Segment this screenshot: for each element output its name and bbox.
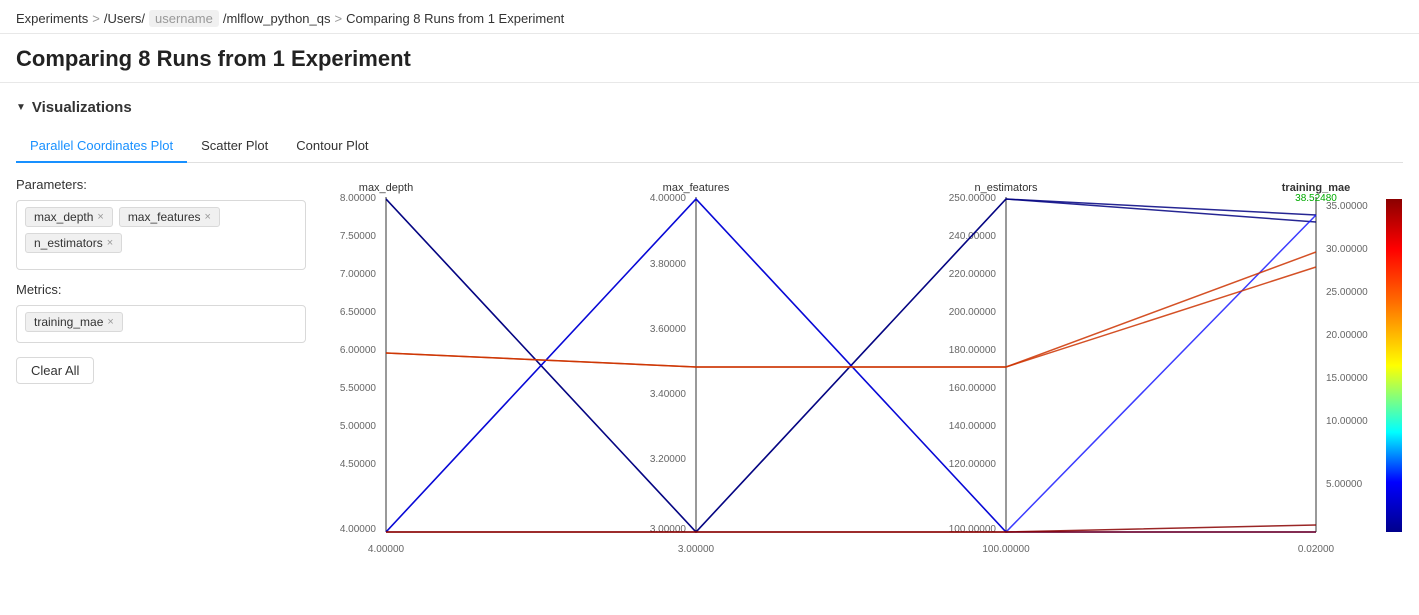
svg-text:4.00000: 4.00000 bbox=[340, 524, 377, 535]
svg-text:15.00000: 15.00000 bbox=[1326, 373, 1368, 384]
svg-text:25.00000: 25.00000 bbox=[1326, 287, 1368, 298]
svg-text:7.50000: 7.50000 bbox=[340, 231, 377, 242]
metrics-tag-box: training_mae × bbox=[16, 305, 306, 343]
svg-text:3.40000: 3.40000 bbox=[650, 389, 687, 400]
parameters-tag-box: max_depth × max_features × n_estimators … bbox=[16, 200, 306, 270]
visualizations-section: ▼ Visualizations Parallel Coordinates Pl… bbox=[16, 99, 1403, 570]
svg-text:3.60000: 3.60000 bbox=[650, 324, 687, 335]
svg-text:5.50000: 5.50000 bbox=[340, 383, 377, 394]
tab-contour-plot[interactable]: Contour Plot bbox=[282, 130, 382, 163]
svg-text:3.00000: 3.00000 bbox=[650, 524, 687, 535]
svg-text:3.00000: 3.00000 bbox=[678, 544, 715, 555]
svg-text:4.50000: 4.50000 bbox=[340, 459, 377, 470]
breadcrumb-experiments[interactable]: Experiments bbox=[16, 11, 88, 26]
tag-max-features-remove[interactable]: × bbox=[205, 211, 211, 223]
svg-text:100.00000: 100.00000 bbox=[949, 524, 997, 535]
breadcrumb-sep1: > bbox=[92, 11, 100, 26]
tag-max-depth-label: max_depth bbox=[34, 210, 93, 224]
breadcrumb-current: Comparing 8 Runs from 1 Experiment bbox=[346, 11, 564, 26]
svg-text:6.00000: 6.00000 bbox=[340, 345, 377, 356]
svg-text:120.00000: 120.00000 bbox=[949, 459, 997, 470]
tabs-bar: Parallel Coordinates Plot Scatter Plot C… bbox=[16, 130, 1403, 163]
main-layout: Parameters: max_depth × max_features × n… bbox=[16, 177, 1403, 570]
breadcrumb-sep3: > bbox=[335, 11, 343, 26]
svg-text:160.00000: 160.00000 bbox=[949, 383, 997, 394]
svg-text:20.00000: 20.00000 bbox=[1326, 330, 1368, 341]
content: ▼ Visualizations Parallel Coordinates Pl… bbox=[0, 83, 1419, 570]
metrics-label: Metrics: bbox=[16, 282, 306, 297]
breadcrumb-username: username bbox=[149, 10, 219, 27]
svg-text:180.00000: 180.00000 bbox=[949, 345, 997, 356]
chart-area: max_depth max_features n_estimators trai… bbox=[326, 177, 1403, 570]
breadcrumb: Experiments > /Users/ username /mlflow_p… bbox=[0, 0, 1419, 34]
svg-text:5.00000: 5.00000 bbox=[340, 421, 377, 432]
tag-max-features: max_features × bbox=[119, 207, 220, 227]
svg-text:200.00000: 200.00000 bbox=[949, 307, 997, 318]
tag-training-mae: training_mae × bbox=[25, 312, 123, 332]
svg-text:240.00000: 240.00000 bbox=[949, 231, 997, 242]
tag-training-mae-label: training_mae bbox=[34, 315, 103, 329]
tag-n-estimators-label: n_estimators bbox=[34, 236, 103, 250]
svg-text:140.00000: 140.00000 bbox=[949, 421, 997, 432]
svg-text:4.00000: 4.00000 bbox=[650, 193, 687, 204]
tag-max-features-label: max_features bbox=[128, 210, 201, 224]
tag-max-depth-remove[interactable]: × bbox=[97, 211, 103, 223]
chevron-icon: ▼ bbox=[16, 102, 26, 113]
page-title: Comparing 8 Runs from 1 Experiment bbox=[0, 34, 1419, 83]
tab-scatter-plot[interactable]: Scatter Plot bbox=[187, 130, 282, 163]
colorbar bbox=[1386, 199, 1402, 532]
tag-n-estimators-remove[interactable]: × bbox=[107, 237, 113, 249]
tag-max-depth: max_depth × bbox=[25, 207, 113, 227]
tab-parallel-coordinates[interactable]: Parallel Coordinates Plot bbox=[16, 130, 187, 163]
svg-text:3.80000: 3.80000 bbox=[650, 259, 687, 270]
svg-text:8.00000: 8.00000 bbox=[340, 193, 377, 204]
parallel-coordinates-chart: max_depth max_features n_estimators trai… bbox=[326, 177, 1403, 567]
svg-text:250.00000: 250.00000 bbox=[949, 193, 997, 204]
section-header[interactable]: ▼ Visualizations bbox=[16, 99, 1403, 116]
svg-text:3.20000: 3.20000 bbox=[650, 454, 687, 465]
parameters-label: Parameters: bbox=[16, 177, 306, 192]
svg-text:100.00000: 100.00000 bbox=[982, 544, 1030, 555]
section-title: Visualizations bbox=[32, 99, 132, 116]
sidebar: Parameters: max_depth × max_features × n… bbox=[16, 177, 326, 570]
svg-text:4.00000: 4.00000 bbox=[368, 544, 405, 555]
svg-text:38.52480: 38.52480 bbox=[1295, 193, 1337, 204]
svg-text:5.00000: 5.00000 bbox=[1326, 479, 1363, 490]
svg-text:7.00000: 7.00000 bbox=[340, 269, 377, 280]
tag-training-mae-remove[interactable]: × bbox=[107, 316, 113, 328]
svg-text:10.00000: 10.00000 bbox=[1326, 416, 1368, 427]
svg-text:0.02000: 0.02000 bbox=[1298, 544, 1335, 555]
breadcrumb-mlflow[interactable]: /mlflow_python_qs bbox=[223, 11, 331, 26]
svg-text:6.50000: 6.50000 bbox=[340, 307, 377, 318]
tag-n-estimators: n_estimators × bbox=[25, 233, 122, 253]
svg-text:30.00000: 30.00000 bbox=[1326, 244, 1368, 255]
svg-text:220.00000: 220.00000 bbox=[949, 269, 997, 280]
breadcrumb-users[interactable]: /Users/ bbox=[104, 11, 145, 26]
clear-all-button[interactable]: Clear All bbox=[16, 357, 94, 384]
